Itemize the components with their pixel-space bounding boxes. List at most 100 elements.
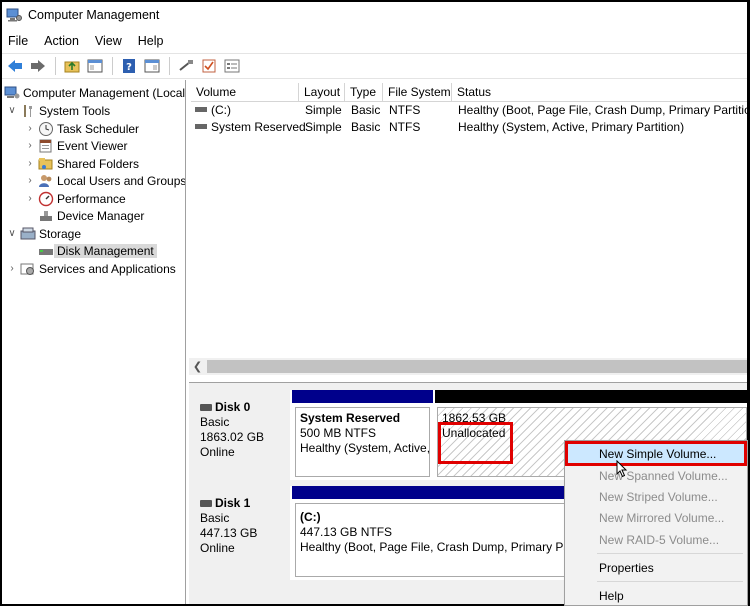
disk-0-label[interactable]: Disk 0 Basic 1863.02 GB Online xyxy=(192,390,290,480)
tree-item-storage[interactable]: ∨ Storage xyxy=(6,225,81,242)
menu-item-new-spanned-volume[interactable]: New Spanned Volume... xyxy=(567,465,745,486)
disk-1-label[interactable]: Disk 1 Basic 447.13 GB Online xyxy=(192,486,290,580)
disk-state: Online xyxy=(200,541,235,555)
tree-item-system-tools[interactable]: ∨ System Tools xyxy=(6,102,110,119)
volume-layout: Simple xyxy=(305,103,342,117)
volume-name: (C:) xyxy=(211,103,231,117)
scroll-left-icon[interactable]: ❮ xyxy=(189,360,206,373)
scrollbar-thumb[interactable] xyxy=(207,360,747,373)
table-row[interactable]: (C:) Simple Basic NTFS Healthy (Boot, Pa… xyxy=(189,103,747,120)
menu-item-new-striped-volume[interactable]: New Striped Volume... xyxy=(567,486,745,507)
mouse-cursor-icon xyxy=(616,460,628,478)
back-arrow-icon xyxy=(8,60,22,72)
volume-type: Basic xyxy=(351,103,381,117)
disk-size: 1863.02 GB xyxy=(200,430,265,444)
folder-up-icon xyxy=(64,61,80,73)
shared-folder-icon xyxy=(38,156,54,172)
tree-item-task-scheduler[interactable]: › Task Scheduler xyxy=(24,120,139,137)
column-header-layout[interactable]: Layout xyxy=(299,83,345,102)
window-title: Computer Management xyxy=(28,8,160,22)
chevron-right-icon[interactable]: › xyxy=(24,193,36,204)
tree-item-services-and-applications[interactable]: › Services and Applications xyxy=(6,260,175,277)
device-manager-icon xyxy=(38,208,54,224)
chevron-right-icon[interactable]: › xyxy=(24,175,36,186)
column-header-type[interactable]: Type xyxy=(345,83,383,102)
tree-item-event-viewer[interactable]: › Event Viewer xyxy=(24,137,127,154)
menu-action[interactable]: Action xyxy=(44,34,79,48)
column-header-file-system[interactable]: File System xyxy=(383,83,452,102)
action-pane-icon xyxy=(144,59,160,73)
back-button[interactable] xyxy=(4,55,26,77)
menu-item-new-mirrored-volume[interactable]: New Mirrored Volume... xyxy=(567,507,745,528)
storage-icon xyxy=(20,226,36,242)
menu-separator xyxy=(597,553,743,554)
check-button[interactable] xyxy=(198,55,220,77)
performance-gauge-icon xyxy=(38,191,54,207)
menu-item-properties[interactable]: Properties xyxy=(567,557,745,578)
chevron-right-icon[interactable]: › xyxy=(24,140,36,151)
partition-size: 500 MB NTFS xyxy=(300,426,377,440)
toolbar-separator xyxy=(55,57,56,75)
help-button[interactable]: ? xyxy=(118,55,140,77)
partition-system-reserved[interactable]: System Reserved 500 MB NTFS Healthy (Sys… xyxy=(292,390,433,480)
volume-drive-icon xyxy=(195,107,207,112)
tree-item-disk-management[interactable]: Disk Management xyxy=(38,242,157,259)
tree-item-performance[interactable]: › Performance xyxy=(24,190,126,207)
tree-item-device-manager[interactable]: Device Manager xyxy=(38,207,144,224)
up-level-button[interactable] xyxy=(61,55,83,77)
partition-name: System Reserved xyxy=(300,411,401,425)
toolbar-separator xyxy=(112,57,113,75)
properties-button[interactable] xyxy=(221,55,243,77)
volume-type: Basic xyxy=(351,120,381,134)
menu-separator xyxy=(597,581,743,582)
volume-file-system: NTFS xyxy=(389,120,421,134)
tree-item-computer-management[interactable]: Computer Management (Local xyxy=(4,84,185,101)
menu-file[interactable]: File xyxy=(8,34,28,48)
chevron-right-icon[interactable]: › xyxy=(6,263,18,274)
services-icon xyxy=(20,261,36,277)
toolbar-separator xyxy=(169,57,170,75)
menu-item-help[interactable]: Help xyxy=(567,585,745,606)
partition-status: Healthy (System, Active, xyxy=(300,441,430,455)
chevron-down-icon[interactable]: ∨ xyxy=(6,228,18,239)
new-simple-volume-highlight-box xyxy=(565,441,747,466)
toolbar: ? xyxy=(2,53,747,79)
show-hide-action-pane-button[interactable] xyxy=(141,55,163,77)
table-row[interactable]: System Reserved Simple Basic NTFS Health… xyxy=(189,120,747,137)
unallocated-highlight-box xyxy=(438,422,513,464)
help-icon: ? xyxy=(123,59,135,73)
disk-icon xyxy=(200,404,212,411)
tree-item-local-users-and-groups[interactable]: › Local Users and Groups xyxy=(24,172,185,189)
tools-icon xyxy=(20,103,36,119)
menu-help[interactable]: Help xyxy=(138,34,164,48)
volume-list: Volume Layout Type File System Status (C… xyxy=(189,80,747,380)
computer-management-icon xyxy=(6,8,22,22)
console-tree: Computer Management (Local ∨ System Tool… xyxy=(2,80,186,604)
disk-type: Basic xyxy=(200,415,230,429)
volume-name: System Reserved xyxy=(211,120,306,134)
primary-partition-bar xyxy=(292,390,433,403)
menu-item-new-raid5-volume[interactable]: New RAID-5 Volume... xyxy=(567,529,745,550)
event-log-icon xyxy=(38,138,54,154)
unallocated-bar xyxy=(435,390,747,403)
context-menu: New Simple Volume... New Spanned Volume.… xyxy=(564,440,748,606)
console-tree-icon xyxy=(87,59,103,73)
connect-icon xyxy=(179,60,193,71)
forward-button[interactable] xyxy=(27,55,49,77)
users-icon xyxy=(38,173,54,189)
column-header-status[interactable]: Status xyxy=(452,83,747,102)
tree-item-shared-folders[interactable]: › Shared Folders xyxy=(24,155,139,172)
chevron-down-icon[interactable]: ∨ xyxy=(6,105,18,116)
volume-drive-icon xyxy=(195,124,207,129)
chevron-right-icon[interactable]: › xyxy=(24,158,36,169)
volume-file-system: NTFS xyxy=(389,103,421,117)
connect-button[interactable] xyxy=(175,55,197,77)
chevron-right-icon[interactable]: › xyxy=(24,123,36,134)
column-header-volume[interactable]: Volume xyxy=(191,83,299,102)
disk-type: Basic xyxy=(200,511,230,525)
show-hide-tree-button[interactable] xyxy=(84,55,106,77)
forward-arrow-icon xyxy=(31,60,45,72)
computer-icon xyxy=(4,85,20,101)
menu-view[interactable]: View xyxy=(95,34,122,48)
horizontal-scrollbar[interactable]: ❮ xyxy=(189,358,747,375)
